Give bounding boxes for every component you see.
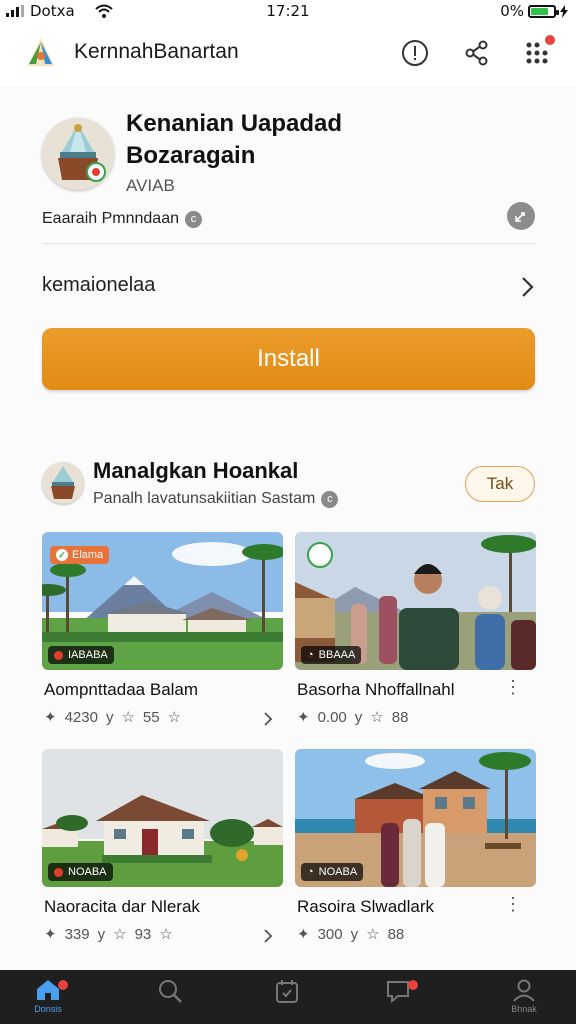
star-icon: ☆ (167, 709, 182, 726)
card-thumbnail: ✓ Elama IABABA (42, 532, 283, 670)
bottom-tab-bar: Donsis Bhnak (0, 970, 576, 1024)
notification-dot (545, 35, 555, 45)
clock-icon: ◔ (307, 649, 314, 661)
clock-icon: ◔ (307, 866, 314, 878)
chevron-right-icon (522, 277, 534, 297)
tab-library[interactable] (267, 978, 307, 1018)
star-icon: ☆ (121, 709, 135, 726)
card-title: Basorha Nhoffallnahl (297, 680, 455, 699)
card-meta: ✦ 4230 y ☆ 55 ☆ (44, 708, 182, 727)
card-downloads: 339 (64, 925, 90, 943)
verified-icon: c (321, 490, 339, 508)
card-meta: ✦ 300 y ☆ 88 (297, 925, 405, 944)
app-icon (42, 118, 114, 190)
chevron-right-icon[interactable] (264, 929, 273, 943)
card-meta: ✦ 339 y ☆ 93 ☆ (44, 925, 173, 944)
card-badge-icon (307, 542, 333, 568)
developer-line[interactable]: Eaaraih Pmnndaan c (42, 210, 202, 228)
card-thumbnail: ✓ NOABA (42, 749, 283, 887)
card-tag: ✓ Elama (50, 546, 110, 564)
chevron-right-icon[interactable] (264, 712, 273, 726)
notification-dot (408, 980, 418, 990)
download-icon: ✦ (44, 709, 57, 726)
info-icon[interactable] (399, 37, 431, 69)
download-icon: ✦ (44, 926, 57, 943)
share-icon[interactable] (461, 37, 493, 69)
charging-icon (560, 4, 568, 18)
section-subtitle: Panalh lavatunsakiitian Sastam c (93, 490, 339, 508)
card-thumb-label: NOABA (48, 863, 113, 881)
developer-avatar (42, 462, 84, 504)
divider (42, 243, 535, 244)
star-icon: ☆ (366, 926, 380, 943)
more-options-icon[interactable]: ⋮ (504, 895, 522, 913)
card-rating: 88 (387, 925, 405, 943)
card-rating: 88 (391, 708, 409, 726)
card-thumb-label: ◔ BBAAA (301, 646, 362, 664)
card-thumb-label: IABABA (48, 646, 114, 664)
download-icon: ✦ (297, 926, 310, 943)
status-bar: Dotxa 17:21 0% (0, 0, 576, 24)
card-title: Rasoira Slwadlark (297, 897, 434, 916)
app-bar-title: KernnahBanartan (74, 40, 239, 63)
card-thumbnail: ✓ ◔NOABA (295, 749, 536, 887)
more-apps-icon[interactable] (521, 35, 555, 69)
notification-dot (58, 980, 68, 990)
card-title: Naoracita dar Nlerak (44, 897, 200, 916)
app-subtitle: AVIAB (126, 176, 175, 195)
profile-icon (513, 979, 535, 1002)
star-icon: ☆ (159, 926, 173, 943)
star-icon: ☆ (370, 709, 384, 726)
tab-profile-label: Bhnak (511, 1004, 537, 1014)
card-rating: 93 (134, 925, 152, 943)
app-details: Kenanian Uapadad Bozaragain AVIAB Eaarai… (0, 86, 576, 970)
card-thumbnail: ◔ BBAAA (295, 532, 536, 670)
section-title: Manalgkan Hoankal (93, 458, 299, 483)
tab-home[interactable]: Donsis (28, 978, 68, 1018)
tab-home-label: Donsis (34, 1004, 62, 1014)
install-button[interactable]: Install (42, 328, 535, 390)
section-pill-button[interactable]: Tak (465, 466, 535, 502)
tab-messages[interactable] (378, 978, 418, 1018)
status-time: 17:21 (266, 2, 310, 20)
wishlist-icon[interactable] (507, 202, 535, 230)
home-icon (37, 980, 59, 1000)
card-downloads: 4230 (64, 708, 98, 726)
app-name: Kenanian Uapadad Bozaragain (126, 110, 343, 169)
details-link: kemaionelaa (42, 274, 156, 296)
library-icon (276, 980, 298, 1003)
card-downloads: 300 (317, 925, 343, 943)
more-options-icon[interactable]: ⋮ (504, 678, 522, 696)
card-downloads: 0.00 (317, 708, 347, 726)
tab-search[interactable] (150, 978, 190, 1018)
tab-profile[interactable]: Bhnak (504, 978, 544, 1018)
status-right: 0% (500, 2, 568, 20)
card-title: Aompnttadaa Balam (44, 680, 199, 699)
developer-name: Eaaraih Pmnndaan (42, 210, 179, 227)
battery-icon (528, 4, 559, 18)
card-rating: 55 (142, 708, 160, 726)
app-bar: KernnahBanartan (0, 24, 576, 87)
details-row[interactable]: kemaionelaa (42, 274, 535, 300)
card-thumb-label: ◔ NOABA (301, 863, 364, 881)
download-icon: ✦ (297, 709, 310, 726)
star-icon: ☆ (113, 926, 127, 943)
battery-percent: 0% (500, 2, 524, 20)
verified-icon: c (184, 210, 202, 228)
card-meta: ✦ 0.00 y ☆ 88 (297, 708, 409, 727)
store-logo-icon[interactable] (24, 36, 58, 70)
section-subtitle-text: Panalh lavatunsakiitian Sastam (93, 490, 316, 507)
search-icon (159, 980, 182, 1003)
